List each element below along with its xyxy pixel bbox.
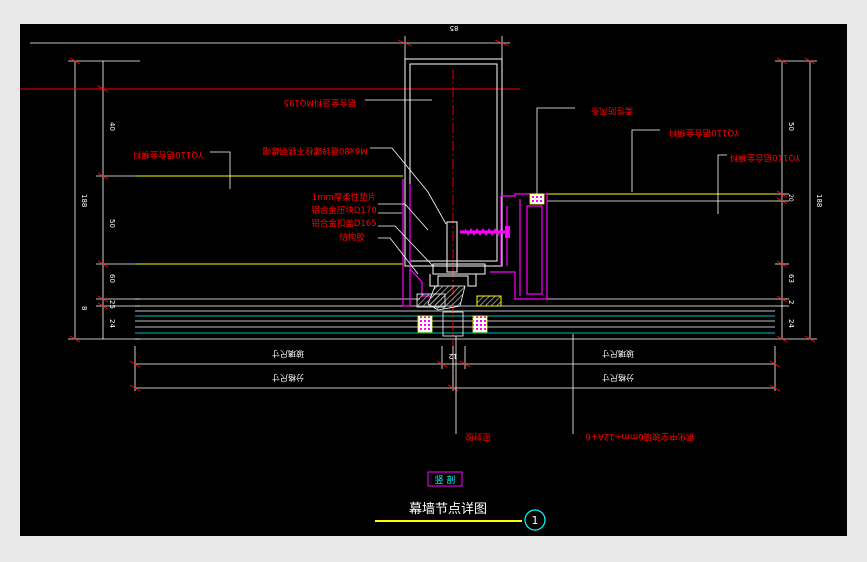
label-pressure-plate: 铝合金压块D170 bbox=[311, 205, 376, 216]
right-foam-block bbox=[476, 295, 502, 307]
label-sealant: 密封胶 bbox=[465, 431, 491, 442]
dim-grid-left: 分格尺寸 bbox=[272, 373, 304, 383]
mullion-profile bbox=[404, 58, 503, 267]
label-gasket: 1mm厚柔性垫片 bbox=[312, 192, 376, 203]
viewport-frame: 85 40 188 50 60 25 24 8 50 188 20 63 2 2… bbox=[0, 0, 867, 562]
dim-panel-left: 玻璃尺寸 bbox=[272, 349, 304, 359]
dim-left-3: 60 bbox=[108, 274, 116, 283]
dim-left-6: 24 bbox=[108, 319, 116, 328]
dim-left-4: 25 bbox=[108, 300, 116, 309]
label-right-profile-1: YQ110铝合金横料 bbox=[668, 127, 740, 138]
label-right-profile-2: YQ110铝合金横料 bbox=[729, 152, 801, 163]
dim-top-width: 85 bbox=[450, 24, 459, 32]
detail-number: 1 bbox=[532, 514, 539, 527]
dim-left-1: 188 bbox=[80, 194, 88, 207]
dim-left-0: 40 bbox=[108, 122, 116, 131]
label-mullion: 铝合金竖料MQ195 bbox=[284, 97, 357, 108]
dim-left-2: 50 bbox=[108, 219, 116, 228]
right-dim-ticks bbox=[776, 57, 816, 343]
left-foam-block bbox=[416, 293, 446, 308]
label-cover-cap: 铝合金扣盖D165 bbox=[311, 218, 376, 229]
label-left-profile: YQ110铝合金横料 bbox=[132, 149, 204, 160]
dim-right-3: 63 bbox=[787, 274, 795, 283]
dim-right-0: 50 bbox=[787, 122, 795, 131]
dim-right-4: 2 bbox=[787, 300, 795, 304]
dim-right-2: 20 bbox=[787, 194, 794, 202]
label-weather-strip: 柔性防风条 bbox=[590, 105, 633, 116]
dim-left-5: 8 bbox=[80, 306, 88, 310]
dim-grid-right: 分格尺寸 bbox=[602, 373, 634, 383]
right-weather-strip bbox=[529, 193, 545, 205]
detail-drawing: 85 40 188 50 60 25 24 8 50 188 20 63 2 2… bbox=[20, 24, 823, 531]
label-foam-rod: 结构胶 bbox=[339, 232, 365, 243]
right-transom-profile bbox=[490, 193, 548, 300]
glass-panes bbox=[135, 310, 775, 340]
dim-right-1: 188 bbox=[815, 194, 823, 207]
left-transom-clip bbox=[402, 179, 432, 307]
left-dimension-stack bbox=[68, 60, 140, 340]
reference-lines bbox=[20, 88, 775, 307]
label-glass: 钢化中空玻璃6mm+12A+6 bbox=[585, 431, 694, 442]
dim-right-5: 24 bbox=[787, 319, 795, 328]
top-dimension bbox=[30, 36, 510, 59]
bottom-dim-ticks bbox=[129, 360, 781, 392]
cad-drawing-canvas[interactable]: 85 40 188 50 60 25 24 8 50 188 20 63 2 2… bbox=[20, 24, 847, 536]
section-tag: 竖 剖 bbox=[435, 474, 456, 486]
dim-panel-right: 玻璃尺寸 bbox=[602, 349, 634, 359]
label-bolt: M6x80镀锌螺栓不锈钢螺帽 bbox=[262, 145, 367, 156]
drawing-title: 幕墙节点详图 bbox=[409, 502, 487, 517]
